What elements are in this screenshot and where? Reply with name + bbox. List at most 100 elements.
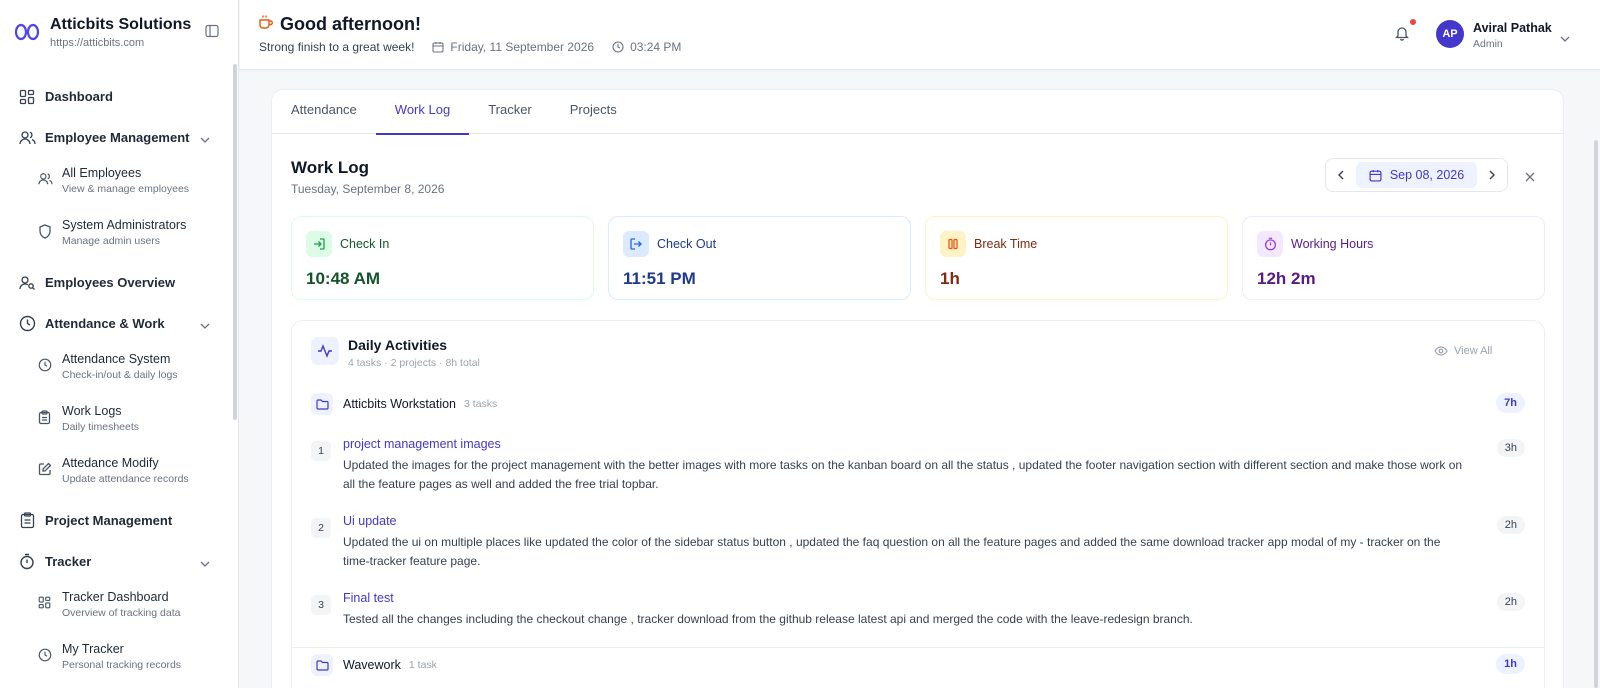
view-all-button[interactable]: View All xyxy=(1434,345,1492,357)
clipboard-icon xyxy=(38,410,54,426)
task-hours-badge: 3h xyxy=(1496,439,1525,457)
header-time-text: 03:24 PM xyxy=(630,40,682,54)
task-title[interactable]: Final test xyxy=(343,591,394,605)
selected-date: Sep 08, 2026 xyxy=(1389,168,1465,182)
sidebar: Atticbits Solutions https://atticbits.co… xyxy=(0,0,239,688)
edit-icon xyxy=(38,462,54,478)
sidebar-item-all-employees[interactable]: All Employees View & manage employees xyxy=(0,158,238,210)
project-header[interactable]: Atticbits Workstation 3 tasks 7h xyxy=(311,391,1525,417)
sidebar-item-attendance-modify[interactable]: Attedance Modify Update attendance record… xyxy=(0,448,238,500)
sidebar-item-label: Attendance & Work xyxy=(45,316,165,331)
sidebar-item-desc: Personal tracking records xyxy=(62,659,182,671)
sidebar-collapse-icon[interactable] xyxy=(205,24,219,38)
chevron-down-icon[interactable] xyxy=(200,317,210,332)
user-role: Admin xyxy=(1473,38,1503,50)
stat-label: Working Hours xyxy=(1291,237,1374,251)
sidebar-item-desc: Manage admin users xyxy=(62,235,161,247)
chevron-down-icon[interactable] xyxy=(200,555,210,570)
sidebar-item-dashboard[interactable]: Dashboard xyxy=(0,76,238,117)
project-task-count: 3 tasks xyxy=(464,398,498,410)
view-all-label: View All xyxy=(1454,345,1493,357)
project-header[interactable]: Wavework 1 task 1h xyxy=(311,652,1525,678)
brand-url: https://atticbits.com xyxy=(50,36,145,49)
sidebar-item-attendance-system[interactable]: Attendance System Check-in/out & daily lo… xyxy=(0,344,238,396)
date-picker-button[interactable]: Sep 08, 2026 xyxy=(1356,162,1477,188)
activity-icon xyxy=(311,337,339,365)
stat-label: Check In xyxy=(340,237,390,251)
tab-attendance[interactable]: Attendance xyxy=(272,90,376,134)
sidebar-item-attendance-work[interactable]: Attendance & Work xyxy=(0,303,238,344)
header-subtitle-row: Strong finish to a great week! Friday, 1… xyxy=(259,40,681,54)
sidebar-item-my-tracker[interactable]: My Tracker Personal tracking records xyxy=(0,634,238,686)
tab-work-log[interactable]: Work Log xyxy=(375,90,470,135)
section-title: Daily Activities xyxy=(348,337,448,353)
sidebar-item-employee-management[interactable]: Employee Management xyxy=(0,117,238,158)
user-search-icon xyxy=(18,274,36,292)
close-icon[interactable] xyxy=(1525,169,1535,187)
tab-tracker[interactable]: Tracker xyxy=(469,90,551,134)
stat-break-time: Break Time 1h xyxy=(925,216,1228,300)
chevron-left-icon[interactable] xyxy=(1326,170,1356,180)
task-number: 1 xyxy=(311,441,331,461)
shield-icon xyxy=(38,224,54,240)
project-hours-badge: 1h xyxy=(1496,654,1525,674)
stat-working-hours: Working Hours 12h 2m xyxy=(1242,216,1545,300)
stat-value: 1h xyxy=(940,269,960,288)
sidebar-item-system-administrators[interactable]: System Administrators Manage admin users xyxy=(0,210,238,262)
stat-label: Break Time xyxy=(974,237,1038,251)
sidebar-item-tracker[interactable]: Tracker xyxy=(0,541,238,582)
task-description: Updated the images for the project manag… xyxy=(343,458,1463,491)
header-subtitle: Strong finish to a great week! xyxy=(259,40,415,54)
user-name[interactable]: Aviral Pathak xyxy=(1473,21,1552,35)
task-title[interactable]: project management images xyxy=(343,437,501,451)
chevron-down-icon[interactable] xyxy=(1560,29,1570,47)
notification-badge xyxy=(1410,19,1416,25)
sidebar-item-label: Employees Overview xyxy=(45,275,176,290)
sidebar-item-label: All Employees xyxy=(62,166,142,180)
users-icon xyxy=(18,129,36,147)
sidebar-item-work-logs[interactable]: Work Logs Daily timesheets xyxy=(0,396,238,448)
stat-value: 12h 2m xyxy=(1257,269,1316,288)
greeting-text: Good afternoon! xyxy=(280,14,421,34)
bell-icon[interactable] xyxy=(1394,25,1410,46)
sidebar-item-tracker-dashboard[interactable]: Tracker Dashboard Overview of tracking da… xyxy=(0,582,238,634)
page-title: Work Log xyxy=(291,158,370,177)
sidebar-item-desc: Update attendance records xyxy=(62,473,189,485)
page-date: Tuesday, September 8, 2026 xyxy=(291,182,445,196)
brand[interactable]: Atticbits Solutions https://atticbits.co… xyxy=(0,0,238,64)
tab-projects[interactable]: Projects xyxy=(551,90,636,134)
folder-icon xyxy=(311,393,333,415)
sidebar-item-label: Tracker xyxy=(45,554,92,569)
chevron-right-icon[interactable] xyxy=(1477,170,1507,180)
header-date-text: Friday, 11 September 2026 xyxy=(450,40,595,54)
avatar[interactable]: AP xyxy=(1436,20,1464,48)
header-date: Friday, 11 September 2026 xyxy=(432,40,594,54)
sidebar-item-project-management[interactable]: Project Management xyxy=(0,500,238,541)
project-name: Atticbits Workstation xyxy=(343,397,457,411)
stat-value: 10:48 AM xyxy=(306,269,381,288)
chevron-down-icon[interactable] xyxy=(200,131,210,146)
top-header: Good afternoon! Strong finish to a great… xyxy=(240,0,1600,70)
dashboard-icon xyxy=(38,596,54,612)
tab-bar: Attendance Work Log Tracker Projects xyxy=(272,90,1563,135)
sidebar-scrollbar[interactable] xyxy=(233,64,237,420)
sidebar-item-label: Attendance System xyxy=(62,352,171,366)
eye-icon xyxy=(1434,346,1448,356)
timer-icon xyxy=(1257,231,1283,257)
stat-check-out: Check Out 11:51 PM xyxy=(608,216,911,300)
page-scrollbar[interactable] xyxy=(1594,140,1598,688)
header-time: 03:24 PM xyxy=(612,40,681,54)
clock-icon xyxy=(612,41,624,53)
stat-check-in: Check In 10:48 AM xyxy=(291,216,594,300)
dashboard-icon xyxy=(18,88,36,106)
folder-icon xyxy=(311,654,333,676)
sidebar-item-desc: Check-in/out & daily logs xyxy=(62,369,178,381)
task-description: Tested all the changes including the che… xyxy=(343,612,1193,626)
brand-name: Atticbits Solutions xyxy=(50,15,192,33)
sidebar-item-employees-overview[interactable]: Employees Overview xyxy=(0,262,238,303)
task-title[interactable]: Ui update xyxy=(343,514,397,528)
sidebar-item-label: Attedance Modify xyxy=(62,456,159,470)
stat-value: 11:51 PM xyxy=(623,269,696,288)
sidebar-item-label: Project Management xyxy=(45,513,173,528)
stats-row: Check In 10:48 AM Check Out 11:51 PM Bre… xyxy=(291,216,1545,300)
